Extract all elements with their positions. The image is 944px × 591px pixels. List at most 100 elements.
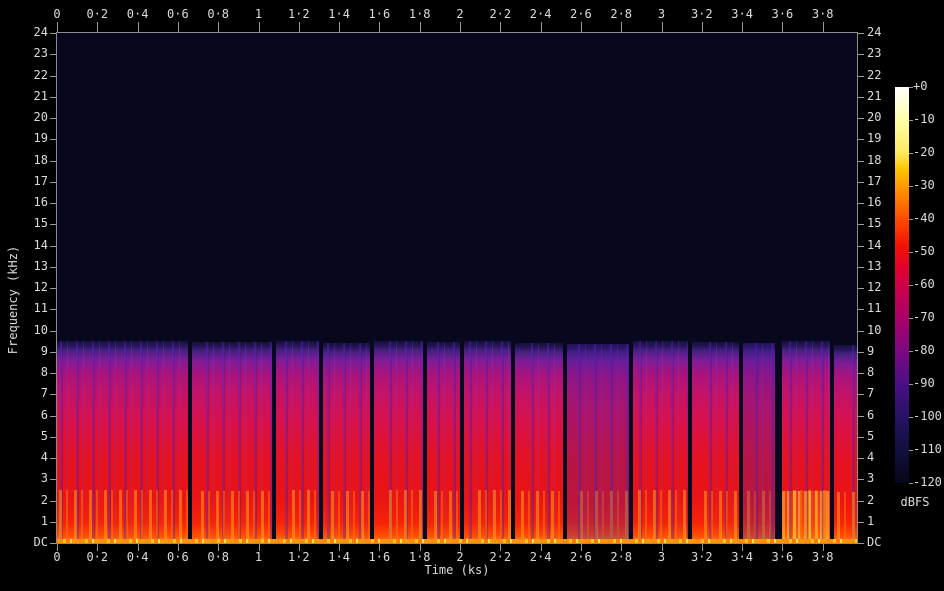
freq-tick-left <box>50 33 56 34</box>
time-tick-top <box>57 22 58 32</box>
time-tick-top <box>742 22 744 32</box>
spectrogram-window: Frequency (kHz) dBFS Time (ks) 0 0 0·2 0·2 0… <box>0 0 944 591</box>
freq-tick-label-left: 16 <box>33 195 48 209</box>
freq-tick-right <box>858 160 864 162</box>
freq-tick-label-right: 13 <box>867 258 882 273</box>
freq-tick-label-right: 3 <box>867 471 875 486</box>
freq-tick-label-left: 22 <box>33 67 48 82</box>
freq-tick-right <box>858 309 864 311</box>
freq-tick-label-right: 22 <box>867 67 882 82</box>
db-tick-label: -10 <box>913 112 935 126</box>
freq-tick-right <box>858 373 864 374</box>
freq-tick-left <box>50 181 56 183</box>
freq-tick-label-right: 10 <box>867 322 882 337</box>
freq-tick-label-right: 12 <box>867 280 882 294</box>
spectrogram-plot <box>56 32 858 544</box>
freq-tick-label-right: 24 <box>867 25 882 39</box>
colorbar <box>895 87 909 483</box>
freq-tick-right <box>858 118 864 119</box>
db-tick-label: -50 <box>913 244 935 258</box>
freq-tick-label-left: 3 <box>40 471 48 486</box>
freq-tick-label-left: 20 <box>33 110 48 124</box>
freq-tick-label-right: 20 <box>867 110 882 124</box>
db-tick-label: -70 <box>913 310 935 324</box>
signal-segment <box>57 341 188 543</box>
freq-tick-right <box>858 436 864 438</box>
freq-tick-left <box>50 54 56 56</box>
freq-tick-label-left: 5 <box>40 428 48 443</box>
freq-tick-label-left: 19 <box>33 131 48 146</box>
freq-tick-right <box>858 54 864 56</box>
freq-tick-label-left: 17 <box>33 173 48 188</box>
freq-tick-right <box>858 181 864 183</box>
freq-tick-label-right: 4 <box>867 450 875 464</box>
time-tick-top <box>621 22 623 32</box>
freq-tick-label-right: 23 <box>867 46 882 61</box>
freq-tick-left <box>50 139 56 141</box>
db-tick-label: -30 <box>913 178 935 192</box>
time-tick-label-bottom: 3·8 <box>811 550 834 564</box>
freq-tick-label-left: DC <box>33 535 48 549</box>
time-tick-top <box>218 22 220 32</box>
freq-tick-label-right: 19 <box>867 131 882 146</box>
signal-segment <box>691 342 740 543</box>
signal-segment <box>633 341 688 543</box>
freq-tick-label-right: 21 <box>867 88 882 103</box>
signal-segment <box>464 341 512 543</box>
db-tick-label: -100 <box>913 409 942 423</box>
db-tick-label: -110 <box>913 442 942 456</box>
freq-tick-label-right: 14 <box>867 237 882 252</box>
dc-energy-line <box>57 539 857 543</box>
freq-tick-label-left: 1 <box>40 513 48 528</box>
time-tick-top <box>419 22 421 32</box>
freq-tick-left <box>50 266 56 268</box>
time-tick-top <box>500 22 502 32</box>
freq-tick-label-left: 18 <box>33 152 48 167</box>
signal-segment <box>192 342 273 543</box>
freq-tick-right <box>858 203 864 204</box>
freq-tick-right <box>858 479 864 481</box>
db-tick-label: -20 <box>913 145 935 159</box>
freq-tick-label-right: 11 <box>867 301 882 316</box>
freq-tick-right <box>858 266 864 268</box>
freq-tick-label-right: 8 <box>867 365 875 379</box>
freq-tick-right <box>858 245 864 247</box>
time-tick-top <box>782 22 784 32</box>
signal-segment <box>566 344 630 543</box>
freq-tick-right <box>858 96 864 98</box>
freq-tick-right <box>858 458 864 459</box>
freq-tick-label-right: 2 <box>867 492 875 507</box>
freq-tick-right <box>858 500 864 502</box>
freq-tick-label-left: 13 <box>33 258 48 273</box>
freq-tick-label-right: 1 <box>867 513 875 528</box>
signal-segment <box>426 342 460 543</box>
freq-tick-left <box>50 415 56 417</box>
freq-tick-right <box>858 543 864 544</box>
signal-segment <box>743 343 776 543</box>
freq-tick-left <box>50 394 56 396</box>
freq-tick-label-left: 6 <box>40 407 48 422</box>
db-tick-label: -60 <box>913 277 935 291</box>
time-tick-top <box>379 22 381 32</box>
freq-tick-label-left: 21 <box>33 88 48 103</box>
freq-tick-label-left: 24 <box>33 25 48 39</box>
time-tick-top <box>298 22 300 32</box>
time-tick-top <box>580 22 582 32</box>
freq-tick-label-left: 23 <box>33 46 48 61</box>
freq-tick-left <box>50 288 56 289</box>
freq-tick-label-right: 7 <box>867 386 875 401</box>
time-tick-top <box>177 22 179 32</box>
freq-tick-left <box>50 118 56 119</box>
freq-tick-label-right: 18 <box>867 152 882 167</box>
time-tick-label-top: 3·8 <box>811 7 834 21</box>
freq-tick-left <box>50 458 56 459</box>
freq-tick-right <box>858 224 864 226</box>
db-tick-label: -40 <box>913 211 935 225</box>
freq-tick-right <box>858 415 864 417</box>
time-tick-top <box>460 22 461 32</box>
time-tick-top <box>137 22 139 32</box>
freq-tick-left <box>50 224 56 226</box>
freq-tick-label-right: DC <box>867 535 882 549</box>
db-tick-label: +0 <box>913 79 928 93</box>
freq-tick-left <box>50 309 56 311</box>
